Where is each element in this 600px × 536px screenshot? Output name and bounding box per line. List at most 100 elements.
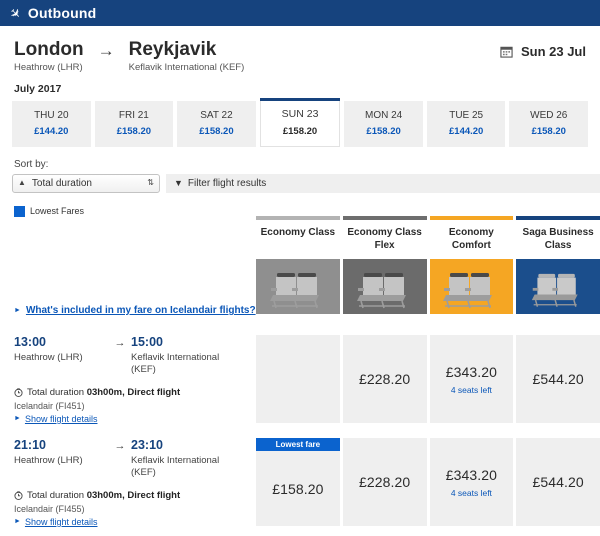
show-flight-details-label: Show flight details xyxy=(24,413,98,424)
date-tab-price: £158.20 xyxy=(531,125,566,137)
fare-class-seat-image xyxy=(256,259,340,314)
departure-time: 13:00 xyxy=(14,335,46,349)
date-tab-day: MON 24 xyxy=(364,109,403,121)
fare-class-seat-image xyxy=(429,259,514,314)
funnel-icon: ▼ xyxy=(174,178,183,189)
fare-price-cell-0 xyxy=(256,335,340,423)
fare-class-name: Economy Class Flex xyxy=(347,227,422,251)
fare-class-column-2: Economy Comfort xyxy=(429,216,514,314)
departure-leg: 21:10 Heathrow (LHR) xyxy=(14,438,109,467)
fare-price: £158.20 xyxy=(272,480,324,497)
date-tab-3[interactable]: SUN 23 £158.20 xyxy=(259,97,341,147)
whats-included-label: What's included in my fare on Icelandair… xyxy=(25,305,256,316)
clock-icon xyxy=(14,491,23,500)
show-flight-details-link[interactable]: ► Show flight details xyxy=(14,517,249,527)
origin-airport: Heathrow (LHR) xyxy=(14,61,83,73)
fare-price-row: Lowest fare £158.20 £228.20 £343.20 4 se… xyxy=(256,438,600,526)
lowest-fares-legend: Lowest Fares xyxy=(0,193,600,217)
date-tab-5[interactable]: TUE 25 £144.20 xyxy=(426,100,506,147)
origin-block: London Heathrow (LHR) xyxy=(14,40,84,73)
flight-times: 13:00 Heathrow (LHR) → 15:00 Keflavik In… xyxy=(14,335,249,376)
date-tab-price: £144.20 xyxy=(449,125,484,137)
fare-price-cell-2[interactable]: £343.20 4 seats left xyxy=(429,438,514,526)
route-summary: London Heathrow (LHR) → Reykjavik Keflav… xyxy=(0,26,600,73)
page-title: Outbound xyxy=(27,5,97,21)
date-tab-price: £144.20 xyxy=(34,125,69,137)
date-tab-6[interactable]: WED 26 £158.20 xyxy=(509,100,589,147)
destination-airport: Keflavik International (KEF) xyxy=(128,61,245,73)
lowest-fares-label: Lowest Fares xyxy=(30,206,85,217)
fare-class-column-1: Economy Class Flex xyxy=(342,216,427,314)
flight-info: 21:10 Heathrow (LHR) → 23:10 Keflavik In… xyxy=(14,438,249,527)
filter-flight-results-button[interactable]: ▼ Filter flight results xyxy=(166,173,600,193)
duration-text: Total duration 03h00m, Direct flight xyxy=(27,489,181,501)
destination-city: Reykjavik xyxy=(128,39,217,60)
fare-price: £343.20 xyxy=(445,363,498,380)
departure-time: 21:10 xyxy=(14,438,46,452)
date-tab-price: £158.20 xyxy=(116,125,152,137)
fare-price: £544.20 xyxy=(532,371,584,387)
fare-class-column-0: Economy Class xyxy=(256,216,340,314)
triangle-right-icon: ► xyxy=(14,518,21,526)
route-arrow-icon: → xyxy=(97,41,115,60)
date-tab-day: SUN 23 xyxy=(281,107,319,120)
clock-icon xyxy=(14,388,23,397)
departure-airport: Heathrow (LHR) xyxy=(14,352,83,363)
fare-price-cell-3[interactable]: £544.20 xyxy=(516,335,600,423)
whats-included-link[interactable]: ► What's included in my fare on Icelanda… xyxy=(14,305,256,316)
airplane-icon: ✈ xyxy=(6,3,25,23)
arrival-airport: Keflavik International (KEF) xyxy=(131,455,220,478)
departure-airport: Heathrow (LHR) xyxy=(14,455,83,466)
fare-price-cell-0[interactable]: Lowest fare £158.20 xyxy=(256,438,340,526)
fare-price-cell-1[interactable]: £228.20 xyxy=(342,438,427,526)
fare-class-name: Economy Comfort xyxy=(448,227,494,251)
fare-price-cell-1[interactable]: £228.20 xyxy=(342,335,427,423)
leg-arrow-icon: → xyxy=(114,337,126,349)
date-tab-day: THU 20 xyxy=(34,109,69,121)
show-flight-details-link[interactable]: ► Show flight details xyxy=(14,414,249,424)
sort-by-select[interactable]: ▲ Total duration ⇅ xyxy=(12,173,160,193)
fare-class-seat-image xyxy=(516,259,600,314)
date-tab-price: £158.20 xyxy=(282,125,318,137)
date-tab-price: £158.20 xyxy=(366,125,401,137)
chevron-updown-icon-left: ▲ xyxy=(18,178,26,188)
date-tab-strip: THU 20 £144.20 FRI 21 £158.20 SAT 22 £15… xyxy=(0,97,600,147)
calendar-icon xyxy=(500,46,513,58)
duration-line: Total duration 03h00m, Direct flight xyxy=(14,387,249,398)
arrival-airport: Keflavik International (KEF) xyxy=(131,352,220,375)
fare-price-cell-2[interactable]: £343.20 4 seats left xyxy=(429,335,514,423)
date-tab-day: WED 26 xyxy=(530,109,568,121)
flight-times: 21:10 Heathrow (LHR) → 23:10 Keflavik In… xyxy=(14,438,249,479)
fare-price-cell-3[interactable]: £544.20 xyxy=(516,438,600,526)
date-tab-day: FRI 21 xyxy=(118,109,149,121)
flight-results-page: ✈ Outbound London Heathrow (LHR) → Reykj… xyxy=(0,0,600,536)
flight-info: 13:00 Heathrow (LHR) → 15:00 Keflavik In… xyxy=(14,335,249,424)
date-tab-1[interactable]: FRI 21 £158.20 xyxy=(94,100,174,147)
leg-arrow-icon: → xyxy=(114,440,126,452)
month-label: July 2017 xyxy=(14,82,62,95)
fare-class-seat-image xyxy=(342,259,427,314)
duration-line: Total duration 03h00m, Direct flight xyxy=(14,490,249,501)
seats-left-label: 4 seats left xyxy=(450,487,492,498)
date-tab-day: TUE 25 xyxy=(449,109,484,121)
fare-price: £544.20 xyxy=(532,474,584,490)
triangle-right-icon: ► xyxy=(14,307,21,314)
duration-text: Total duration 03h00m, Direct flight xyxy=(27,386,181,398)
fare-class-column-3: Saga Business Class xyxy=(516,216,600,314)
date-tab-4[interactable]: MON 24 £158.20 xyxy=(344,100,423,147)
filter-label: Filter flight results xyxy=(187,177,267,189)
route-date-label: Sun 23 Jul xyxy=(520,44,586,59)
results-toolbar: ▲ Total duration ⇅ ▼ Filter flight resul… xyxy=(0,173,600,193)
fare-price: £343.20 xyxy=(445,466,498,483)
date-tab-price: £158.20 xyxy=(199,125,234,137)
lowest-fares-swatch xyxy=(14,205,25,217)
fare-price-row: £228.20 £343.20 4 seats left £544.20 xyxy=(256,335,600,423)
carrier-label: Icelandair (FI455) xyxy=(14,503,85,514)
date-tab-0[interactable]: THU 20 £144.20 xyxy=(12,100,91,147)
arrival-leg: 15:00 Keflavik International (KEF) xyxy=(131,335,236,376)
selected-date-display: Sun 23 Jul xyxy=(500,40,586,59)
sort-by-label: Sort by: xyxy=(14,158,49,170)
sort-by-value: Total duration xyxy=(31,177,92,189)
lowest-fare-badge: Lowest fare xyxy=(256,438,340,451)
date-tab-2[interactable]: SAT 22 £158.20 xyxy=(177,100,256,147)
